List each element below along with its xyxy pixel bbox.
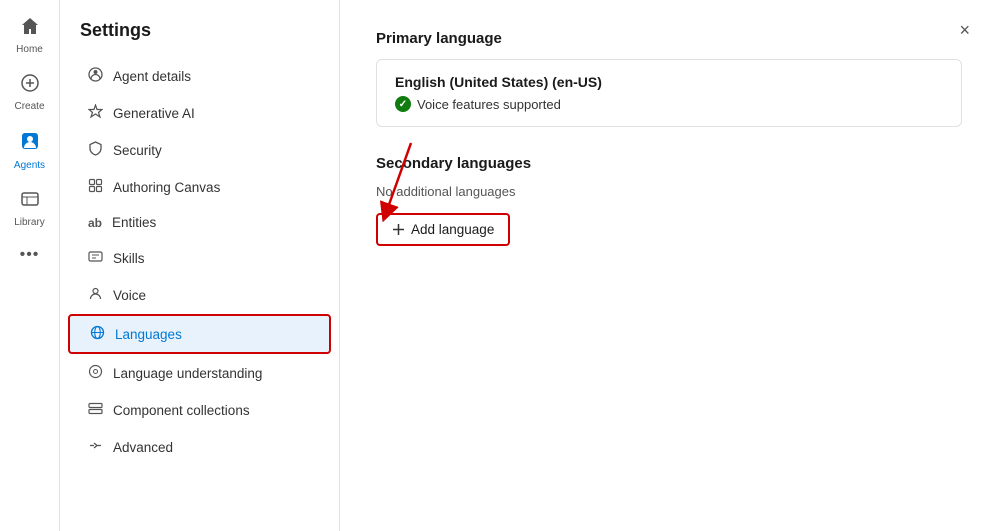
support-text: Voice features supported bbox=[417, 97, 561, 112]
menu-skills-label: Skills bbox=[113, 251, 145, 266]
agent-details-icon bbox=[88, 67, 103, 85]
settings-sidebar: Settings Agent details Generative AI Sec… bbox=[60, 0, 340, 531]
agents-icon bbox=[19, 130, 41, 157]
language-support: Voice features supported bbox=[395, 96, 943, 112]
close-button[interactable]: × bbox=[951, 16, 978, 45]
secondary-languages-section: Secondary languages No additional langua… bbox=[376, 155, 962, 246]
menu-agent-details-label: Agent details bbox=[113, 69, 191, 84]
menu-item-agent-details[interactable]: Agent details bbox=[68, 58, 331, 94]
menu-item-generative-ai[interactable]: Generative AI bbox=[68, 95, 331, 131]
menu-authoring-canvas-label: Authoring Canvas bbox=[113, 180, 220, 195]
menu-component-collections-label: Component collections bbox=[113, 403, 250, 418]
nav-item-library[interactable]: Library bbox=[3, 183, 57, 234]
secondary-languages-title: Secondary languages bbox=[376, 155, 962, 172]
menu-item-component-collections[interactable]: Component collections bbox=[68, 392, 331, 428]
home-icon bbox=[20, 16, 40, 41]
nav-item-create[interactable]: Create bbox=[3, 67, 57, 118]
menu-generative-ai-label: Generative AI bbox=[113, 106, 195, 121]
menu-item-skills[interactable]: Skills bbox=[68, 240, 331, 276]
no-additional-languages: No additional languages bbox=[376, 184, 962, 199]
add-language-button[interactable]: Add language bbox=[376, 213, 510, 246]
languages-icon bbox=[90, 325, 105, 343]
menu-item-language-understanding[interactable]: Language understanding bbox=[68, 355, 331, 391]
add-language-label: Add language bbox=[411, 222, 494, 237]
advanced-icon bbox=[88, 438, 103, 456]
library-icon bbox=[20, 189, 40, 214]
more-icon: ••• bbox=[20, 246, 40, 264]
menu-advanced-label: Advanced bbox=[113, 440, 173, 455]
main-content: × Primary language English (United State… bbox=[340, 0, 998, 531]
menu-item-authoring-canvas[interactable]: Authoring Canvas bbox=[68, 169, 331, 205]
language-name: English (United States) (en-US) bbox=[395, 74, 943, 90]
arrow-annotation bbox=[366, 133, 426, 223]
plus-icon bbox=[392, 223, 405, 236]
nav-create-label: Create bbox=[14, 101, 44, 112]
voice-icon bbox=[88, 286, 103, 304]
skills-icon bbox=[88, 249, 103, 267]
security-icon bbox=[88, 141, 103, 159]
menu-item-entities[interactable]: ab Entities bbox=[68, 206, 331, 239]
menu-language-understanding-label: Language understanding bbox=[113, 366, 262, 381]
left-nav-bar: Home Create Agents bbox=[0, 0, 60, 531]
primary-language-box: English (United States) (en-US) Voice fe… bbox=[376, 59, 962, 127]
nav-home-label: Home bbox=[16, 44, 43, 55]
check-icon bbox=[395, 96, 411, 112]
nav-library-label: Library bbox=[14, 217, 45, 228]
menu-item-voice[interactable]: Voice bbox=[68, 277, 331, 313]
menu-entities-label: Entities bbox=[112, 215, 156, 230]
nav-item-home[interactable]: Home bbox=[3, 10, 57, 61]
entities-icon: ab bbox=[88, 216, 102, 230]
nav-item-agents[interactable]: Agents bbox=[3, 124, 57, 177]
primary-language-title: Primary language bbox=[376, 30, 962, 47]
generative-ai-icon bbox=[88, 104, 103, 122]
menu-security-label: Security bbox=[113, 143, 162, 158]
menu-item-languages[interactable]: Languages bbox=[68, 314, 331, 354]
menu-item-security[interactable]: Security bbox=[68, 132, 331, 168]
authoring-canvas-icon bbox=[88, 178, 103, 196]
menu-item-advanced[interactable]: Advanced bbox=[68, 429, 331, 465]
nav-agents-label: Agents bbox=[14, 160, 45, 171]
language-understanding-icon bbox=[88, 364, 103, 382]
component-collections-icon bbox=[88, 401, 103, 419]
settings-title: Settings bbox=[60, 20, 339, 57]
nav-item-more[interactable]: ••• bbox=[3, 240, 57, 270]
create-icon bbox=[20, 73, 40, 98]
menu-languages-label: Languages bbox=[115, 327, 182, 342]
menu-voice-label: Voice bbox=[113, 288, 146, 303]
add-language-wrapper: Add language bbox=[376, 213, 510, 246]
primary-language-section: Primary language English (United States)… bbox=[376, 30, 962, 127]
